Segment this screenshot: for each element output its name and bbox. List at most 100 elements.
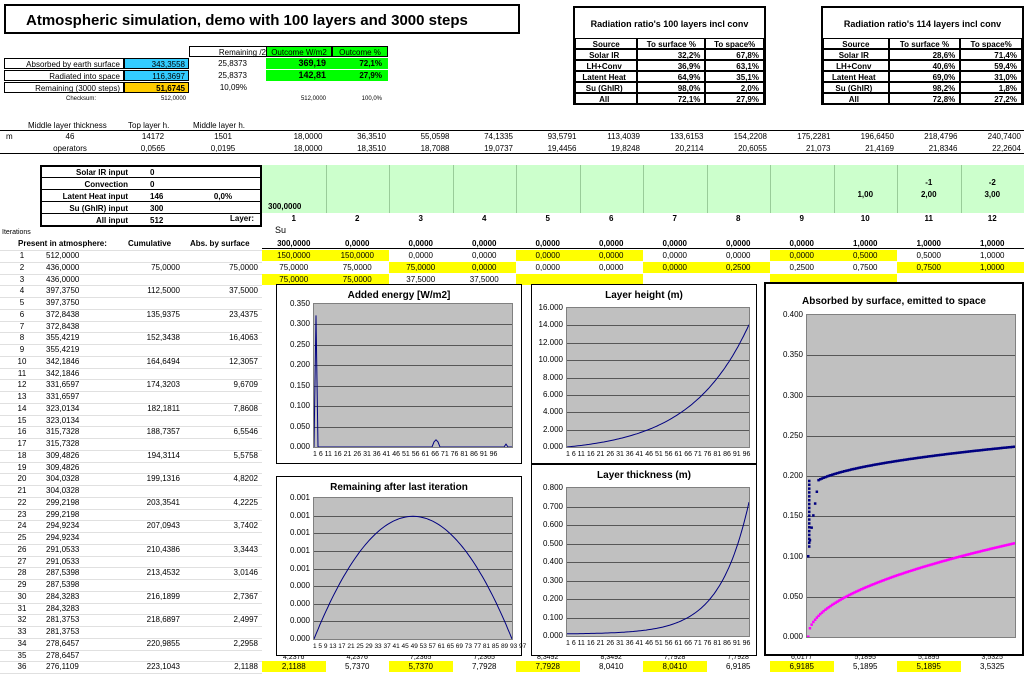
chart-layer-height[interactable]: Layer height (m) 16.000 14.000 12.000 10.00… [531,284,757,464]
summary-wm2[interactable]: 369,19 [266,58,332,69]
layer-cell[interactable]: 0,5000 [833,250,897,261]
iteration-cumulative[interactable] [116,650,182,661]
present-value[interactable]: 300,0000 [262,238,326,249]
iteration-absorbed[interactable] [188,509,260,520]
iteration-present[interactable]: 281,3753 [46,626,110,637]
ratio114-value[interactable]: 71,4% [960,49,1022,60]
iteration-absorbed[interactable]: 3,7402 [188,520,260,531]
iteration-cumulative[interactable] [116,603,182,614]
layer-cell[interactable]: 0,7500 [897,261,961,273]
iteration-cumulative[interactable]: 207,0943 [116,520,182,531]
iteration-present[interactable]: 278,6457 [46,638,110,649]
iteration-absorbed[interactable]: 5,5758 [188,450,260,461]
iteration-absorbed[interactable]: 4,8202 [188,473,260,484]
summary-pct[interactable]: 72,1% [332,58,388,69]
iteration-present[interactable]: 315,7328 [46,438,110,449]
iteration-cumulative[interactable] [116,438,182,449]
iteration-absorbed[interactable] [188,344,260,355]
iteration-absorbed[interactable] [188,556,260,567]
iteration-cumulative[interactable] [116,415,182,426]
ratio114-value[interactable]: 40,6% [888,60,961,71]
layer-cell[interactable]: 6,9185 [707,661,771,672]
iteration-cumulative[interactable] [116,368,182,379]
iteration-present[interactable]: 294,9234 [46,532,110,543]
layer-top-height[interactable]: 18,0000 [262,131,326,142]
layer-cell[interactable]: 2,1188 [262,661,326,673]
checksum-value[interactable]: 512,0000 [124,94,189,105]
iteration-cumulative[interactable]: 182,1811 [116,403,182,414]
layer-cell[interactable]: 0,0000 [770,250,834,261]
mid-height-value[interactable]: 1501 [193,131,253,142]
layer-top-height[interactable]: 55,0598 [389,131,453,142]
iteration-present[interactable]: 287,5398 [46,567,110,578]
layer-cell[interactable]: 5,1895 [834,661,898,672]
iteration-cumulative[interactable] [116,344,182,355]
input-pct[interactable] [186,179,260,190]
layer-cell[interactable]: 0,5000 [897,250,961,261]
iteration-absorbed[interactable]: 16,4063 [188,332,260,343]
layer-top-height[interactable]: 218,4796 [897,131,961,142]
iteration-absorbed[interactable]: 3,3443 [188,544,260,555]
latent-extra[interactable]: -2 [961,177,1024,188]
iteration-absorbed[interactable]: 4,2225 [188,497,260,508]
ratio114-value[interactable]: 98,2% [888,82,961,93]
layer-cell[interactable]: 75,0000 [389,261,453,273]
spreadsheet[interactable]: Atmospheric simulation, demo with 100 la… [0,0,1024,675]
iteration-present[interactable]: 315,7328 [46,426,110,437]
checksum-pct[interactable]: 100,0% [332,94,388,105]
iteration-absorbed[interactable]: 2,1188 [188,661,260,672]
summary-pct[interactable]: 27,9% [332,70,388,81]
chart-layer-thickness[interactable]: Layer thickness (m) 0.800 0.700 0.600 0.500… [531,464,757,656]
layer-cell[interactable]: 5,1895 [897,661,961,673]
iteration-present[interactable]: 294,9234 [46,520,110,531]
iteration-cumulative[interactable]: 135,9375 [116,309,182,320]
layer-top-height[interactable]: 154,2208 [707,131,771,142]
iteration-cumulative[interactable]: 194,3114 [116,450,182,461]
iteration-cumulative[interactable] [116,297,182,308]
iteration-present[interactable]: 436,0000 [46,262,110,273]
iteration-cumulative[interactable] [116,391,182,402]
present-value[interactable]: 0,0000 [770,238,834,249]
input-value[interactable]: 146 [132,191,186,202]
layer-top-height[interactable]: 93,5791 [516,131,580,142]
ratio114-value[interactable]: 72,8% [888,93,961,104]
iteration-present[interactable]: 397,3750 [46,297,110,308]
latent-row-value[interactable]: 3,00 [961,189,1024,200]
layer-cell[interactable]: 0,0000 [707,250,771,261]
iteration-absorbed[interactable] [188,485,260,496]
iteration-absorbed[interactable]: 12,3057 [188,356,260,367]
iteration-present[interactable]: 304,0328 [46,473,110,484]
iteration-present[interactable]: 372,8438 [46,309,110,320]
iteration-absorbed[interactable]: 6,5546 [188,426,260,437]
layer-cell[interactable] [516,273,580,285]
iteration-cumulative[interactable]: 164,6494 [116,356,182,367]
iteration-present[interactable]: 309,4826 [46,450,110,461]
iteration-absorbed[interactable] [188,579,260,590]
ratio100-value[interactable]: 2,0% [705,82,764,93]
present-value[interactable]: 1,0000 [960,238,1024,249]
checksum-wm2[interactable]: 512,0000 [266,94,332,105]
iteration-present[interactable]: 281,3753 [46,614,110,625]
present-value[interactable]: 0,0000 [579,238,643,249]
iteration-absorbed[interactable] [188,297,260,308]
ratio114-value[interactable]: 1,8% [960,82,1022,93]
iteration-cumulative[interactable]: 199,1316 [116,473,182,484]
layer-cell[interactable] [643,274,707,285]
iteration-present[interactable]: 436,0000 [46,274,110,285]
iteration-cumulative[interactable] [116,274,182,285]
layer-cell[interactable]: 5,7370 [326,661,390,672]
summary-wm2[interactable]: 142,81 [266,70,332,81]
iteration-cumulative[interactable]: 216,1899 [116,591,182,602]
layer-top-height[interactable]: 240,7400 [961,131,1024,142]
ratio100-value[interactable]: 72,1% [637,93,706,104]
top-height-value[interactable]: 14172 [128,131,178,142]
layer-cell[interactable]: 75,0000 [262,262,326,273]
layer-cell[interactable]: 0,0000 [453,250,517,261]
iteration-present[interactable]: 284,3283 [46,591,110,602]
iteration-absorbed[interactable]: 9,6709 [188,379,260,390]
layer-cell[interactable]: 37,5000 [389,274,453,285]
summary-value[interactable]: 116,3697 [124,70,189,81]
input-pct[interactable]: 0,0% [186,191,260,202]
input-pct[interactable] [186,167,260,178]
iteration-absorbed[interactable] [188,250,260,261]
